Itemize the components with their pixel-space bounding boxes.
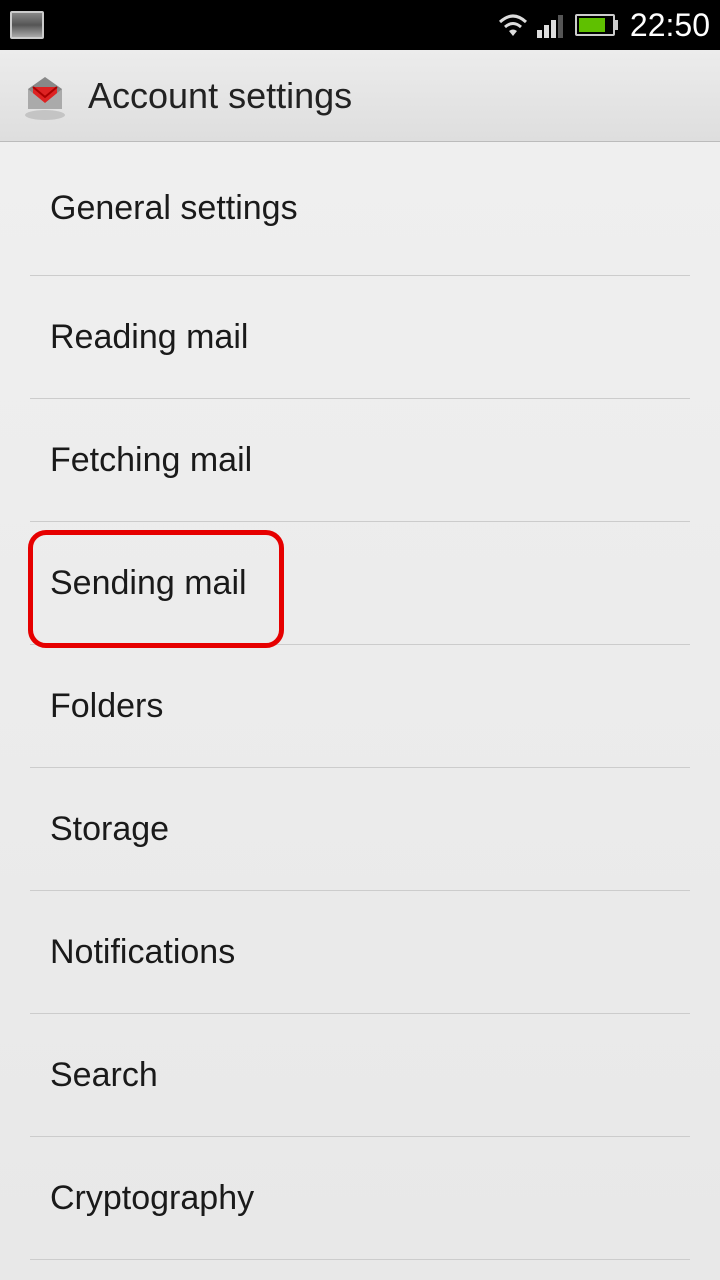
cellular-signal-icon [537, 12, 567, 38]
list-item-reading-mail[interactable]: Reading mail [30, 276, 690, 399]
clock: 22:50 [630, 7, 710, 44]
app-icon [18, 69, 72, 123]
wifi-icon [497, 12, 529, 38]
list-item-label: Reading mail [50, 318, 248, 357]
list-item-storage[interactable]: Storage [30, 768, 690, 891]
status-left [10, 11, 44, 39]
list-item-fetching-mail[interactable]: Fetching mail [30, 399, 690, 522]
list-item-label: Notifications [50, 933, 235, 972]
status-right: 22:50 [497, 7, 710, 44]
list-item-label: Fetching mail [50, 441, 252, 480]
list-item-cryptography[interactable]: Cryptography [30, 1137, 690, 1260]
list-item-folders[interactable]: Folders [30, 645, 690, 768]
list-item-search[interactable]: Search [30, 1014, 690, 1137]
list-item-general-settings[interactable]: General settings [30, 142, 690, 276]
page-title: Account settings [88, 75, 352, 117]
list-item-label: Sending mail [50, 564, 247, 603]
list-item-label: General settings [50, 189, 298, 228]
battery-icon [575, 14, 618, 36]
action-bar: Account settings [0, 50, 720, 142]
list-item-label: Folders [50, 687, 163, 726]
list-item-label: Cryptography [50, 1179, 254, 1218]
settings-list: General settings Reading mail Fetching m… [0, 142, 720, 1260]
list-item-sending-mail[interactable]: Sending mail [30, 522, 690, 645]
status-bar: 22:50 [0, 0, 720, 50]
list-item-label: Search [50, 1056, 158, 1095]
list-item-label: Storage [50, 810, 169, 849]
screenshot-icon [10, 11, 44, 39]
list-item-notifications[interactable]: Notifications [30, 891, 690, 1014]
